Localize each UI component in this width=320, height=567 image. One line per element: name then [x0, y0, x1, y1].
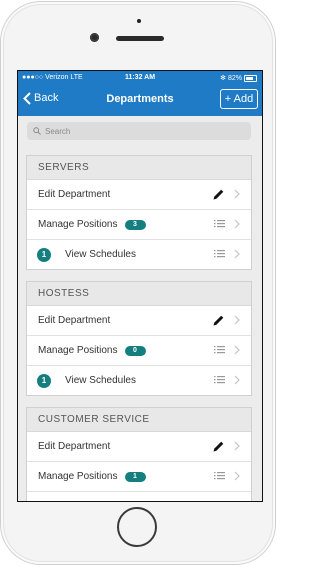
front-camera: [90, 33, 99, 42]
battery-icon: [244, 75, 257, 82]
section-header: CUSTOMER SERVICE: [27, 408, 251, 432]
pencil-icon: [213, 189, 224, 200]
row-label: Edit Department: [38, 315, 111, 326]
search-input[interactable]: Search: [27, 122, 251, 140]
phone-screen: ●●●○○ Verizon LTE 11:32 AM ✻ 82% Back De…: [17, 70, 263, 502]
section-header: SERVERS: [27, 156, 251, 180]
battery-percent: ✻ 82%: [220, 75, 242, 82]
chevron-right-icon: [234, 441, 240, 451]
search-icon: [33, 127, 41, 135]
navigation-bar: ●●●○○ Verizon LTE 11:32 AM ✻ 82% Back De…: [18, 71, 262, 116]
list-icon: [214, 472, 225, 480]
department-section-servers: SERVERS Edit Department Manage Positions…: [26, 155, 252, 270]
status-bar: ●●●○○ Verizon LTE 11:32 AM ✻ 82%: [18, 71, 262, 85]
list-icon: [214, 250, 225, 258]
chevron-right-icon: [234, 249, 240, 259]
row-label: Manage Positions: [38, 345, 118, 356]
positions-count-badge: 0: [124, 345, 146, 356]
phone-frame: ●●●○○ Verizon LTE 11:32 AM ✻ 82% Back De…: [1, 2, 275, 564]
department-section-customer-service: CUSTOMER SERVICE Edit Department Manage …: [26, 407, 252, 501]
schedule-count-badge: 1: [37, 373, 51, 388]
edit-department-row[interactable]: Edit Department: [27, 432, 251, 462]
chevron-right-icon: [234, 219, 240, 229]
row-label: Manage Positions: [38, 219, 118, 230]
section-header: HOSTESS: [27, 282, 251, 306]
view-schedules-row[interactable]: 1 View Schedules: [27, 240, 251, 269]
search-placeholder: Search: [45, 126, 71, 136]
partial-row[interactable]: [27, 492, 251, 501]
add-button[interactable]: + Add: [220, 89, 258, 109]
view-schedules-row[interactable]: 1 View Schedules: [27, 366, 251, 395]
chevron-right-icon: [234, 375, 240, 385]
pencil-icon: [213, 441, 224, 452]
list-icon: [214, 346, 225, 354]
chevron-right-icon: [234, 471, 240, 481]
home-button[interactable]: [117, 507, 157, 547]
list-icon: [214, 376, 225, 384]
positions-count-badge: 1: [124, 471, 146, 482]
edit-department-row[interactable]: Edit Department: [27, 180, 251, 210]
manage-positions-row[interactable]: Manage Positions 3: [27, 210, 251, 240]
chevron-right-icon: [234, 189, 240, 199]
department-section-hostess: HOSTESS Edit Department Manage Positions…: [26, 281, 252, 396]
row-label: Manage Positions: [38, 471, 118, 482]
row-label: Edit Department: [38, 441, 111, 452]
sensor-dot: [137, 19, 141, 23]
chevron-right-icon: [234, 315, 240, 325]
schedule-count-badge: 1: [37, 247, 51, 262]
earpiece-speaker: [116, 36, 164, 41]
positions-count-badge: 3: [124, 219, 146, 230]
edit-department-row[interactable]: Edit Department: [27, 306, 251, 336]
manage-positions-row[interactable]: Manage Positions 1: [27, 462, 251, 492]
row-label: View Schedules: [65, 375, 136, 386]
row-label: View Schedules: [65, 249, 136, 260]
chevron-right-icon: [234, 345, 240, 355]
row-label: Edit Department: [38, 189, 111, 200]
list-icon: [214, 220, 225, 228]
pencil-icon: [213, 315, 224, 326]
manage-positions-row[interactable]: Manage Positions 0: [27, 336, 251, 366]
